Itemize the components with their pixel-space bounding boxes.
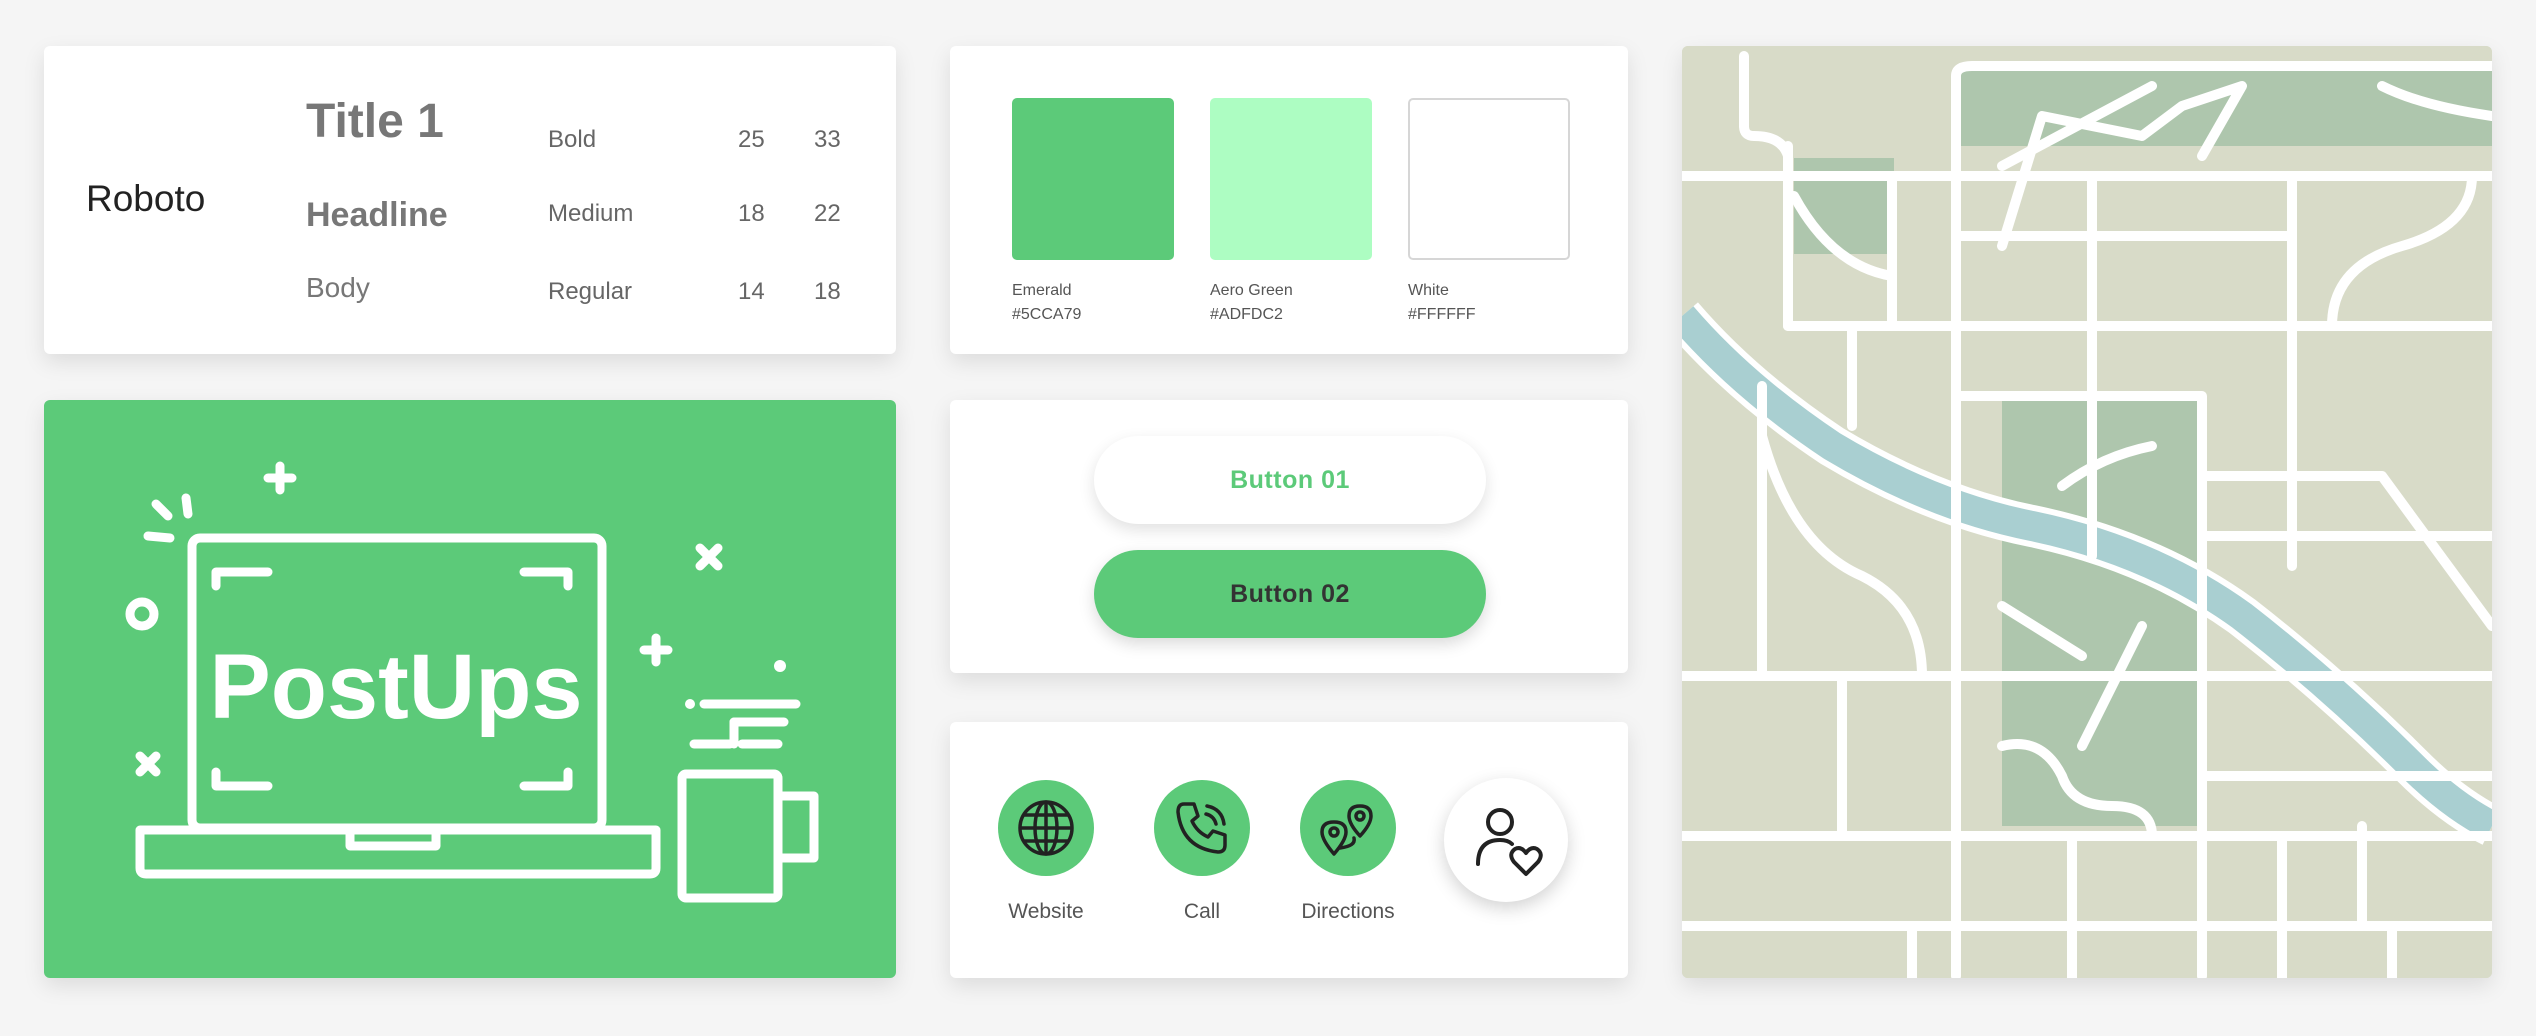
weight-medium: Medium [548,200,634,227]
laptop-coffee-illustration: PostUps [125,461,819,903]
swatch-emerald-name: Emerald [1012,282,1072,299]
weight-bold: Bold [548,126,597,153]
style-headline: Headline [306,196,448,234]
swatch-aero-green-name: Aero Green [1210,282,1293,299]
swatch-aero-green-hex: #ADFDC2 [1210,306,1283,323]
button-02[interactable]: Button 02 [1094,550,1486,638]
action-buttons-card: Website Call Directions [950,722,1628,978]
call-label: Call [1183,900,1221,923]
brand-logo-text: PostUps [209,636,582,738]
size-title-1: 25 [738,126,765,153]
font-name: Roboto [86,178,206,219]
line-height-body: 18 [814,278,841,305]
button-01[interactable]: Button 01 [1094,436,1486,524]
swatch-white-name: White [1408,282,1449,299]
buttons-card: Button 01 Button 02 [950,400,1628,673]
directions-button[interactable] [1300,780,1396,876]
website-button[interactable] [998,780,1094,876]
typography-card: Roboto Title 1 Bold 25 33 Headline Mediu… [44,46,896,354]
brand-illustration-card: PostUps [44,400,896,978]
swatch-emerald-hex: #5CCA79 [1012,306,1082,323]
line-height-headline: 22 [814,200,841,227]
swatch-emerald [1012,98,1174,260]
style-body: Body [306,272,370,303]
size-headline: 18 [738,200,765,227]
swatch-aero-green [1210,98,1372,260]
street-map [1682,46,2492,978]
color-palette-card: Emerald #5CCA79 Aero Green #ADFDC2 White… [950,46,1628,354]
weight-regular: Regular [548,278,633,305]
line-height-title-1: 33 [814,126,841,153]
favorite-user-fab[interactable] [1444,778,1568,902]
swatch-white [1408,98,1570,260]
phone-icon [1176,802,1227,854]
globe-icon [1018,800,1074,856]
user-heart-icon [1476,808,1543,876]
swatch-white-hex: #FFFFFF [1408,306,1476,323]
website-label: Website [1008,900,1084,923]
directions-label: Directions [1301,900,1395,923]
style-title-1: Title 1 [306,95,444,148]
call-button[interactable] [1154,780,1250,876]
size-body: 14 [738,278,765,305]
map-card[interactable] [1682,46,2492,978]
map-pins-icon [1320,804,1373,856]
